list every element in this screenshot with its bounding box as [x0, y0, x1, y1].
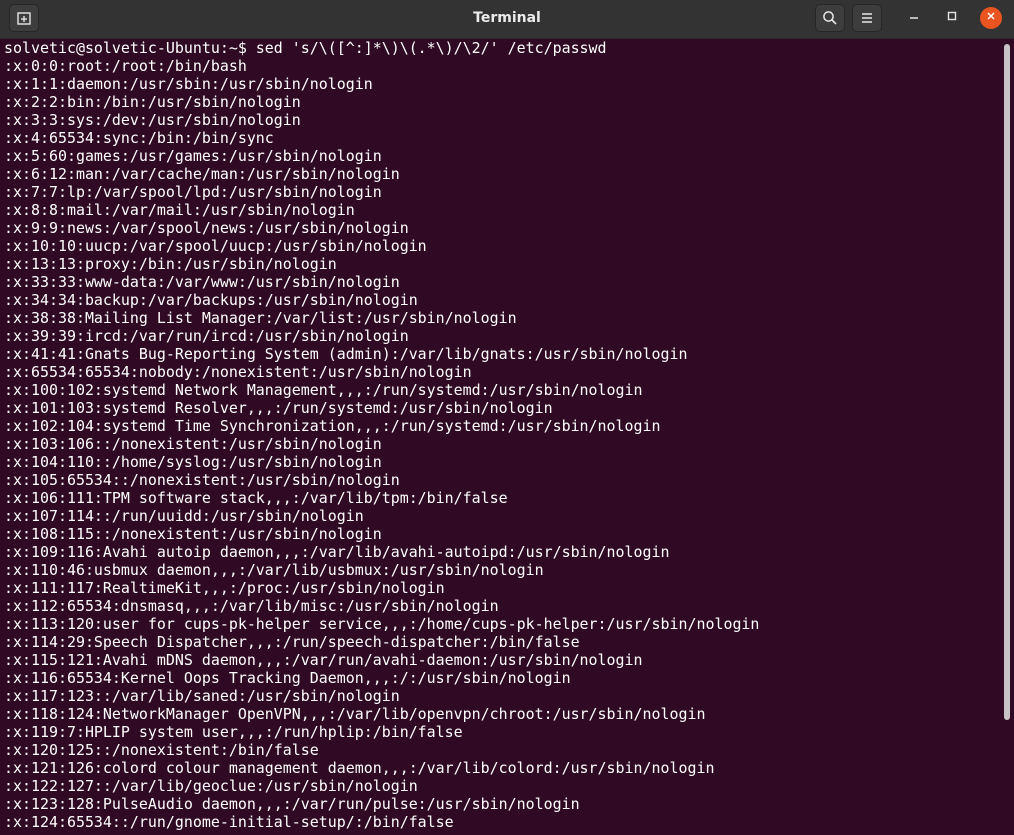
output-line: :x:120:125::/nonexistent:/bin/false — [4, 741, 319, 759]
output-line: :x:113:120:user for cups-pk-helper servi… — [4, 615, 760, 633]
output-line: :x:3:3:sys:/dev:/usr/sbin/nologin — [4, 111, 301, 129]
output-line: :x:114:29:Speech Dispatcher,,,:/run/spee… — [4, 633, 580, 651]
new-tab-button[interactable] — [9, 4, 39, 32]
minimize-button[interactable] — [903, 7, 925, 29]
output-line: :x:107:114::/run/uuidd:/usr/sbin/nologin — [4, 507, 364, 525]
output-line: :x:111:117:RealtimeKit,,,:/proc:/usr/sbi… — [4, 579, 445, 597]
close-icon — [985, 9, 997, 27]
output-line: :x:0:0:root:/root:/bin/bash — [4, 57, 247, 75]
output-line: :x:116:65534:Kernel Oops Tracking Daemon… — [4, 669, 571, 687]
terminal-output[interactable]: solvetic@solvetic-Ubuntu:~$ sed 's/\([^:… — [0, 39, 1000, 835]
output-line: :x:9:9:news:/var/spool/news:/usr/sbin/no… — [4, 219, 409, 237]
output-line: :x:122:127::/var/lib/geoclue:/usr/sbin/n… — [4, 777, 418, 795]
output-line: :x:7:7:lp:/var/spool/lpd:/usr/sbin/nolog… — [4, 183, 382, 201]
output-line: :x:101:103:systemd Resolver,,,:/run/syst… — [4, 399, 553, 417]
output-line: :x:108:115::/nonexistent:/usr/sbin/nolog… — [4, 525, 382, 543]
output-line: :x:8:8:mail:/var/mail:/usr/sbin/nologin — [4, 201, 355, 219]
minimize-icon — [908, 9, 920, 27]
output-line: :x:65534:65534:nobody:/nonexistent:/usr/… — [4, 363, 472, 381]
output-line: :x:106:111:TPM software stack,,,:/var/li… — [4, 489, 508, 507]
output-line: :x:119:7:HPLIP system user,,,:/run/hplip… — [4, 723, 463, 741]
close-button[interactable] — [980, 7, 1002, 29]
output-line: :x:10:10:uucp:/var/spool/uucp:/usr/sbin/… — [4, 237, 427, 255]
output-line: :x:33:33:www-data:/var/www:/usr/sbin/nol… — [4, 273, 400, 291]
menu-button[interactable] — [852, 4, 882, 32]
output-line: :x:38:38:Mailing List Manager:/var/list:… — [4, 309, 517, 327]
maximize-button[interactable] — [941, 7, 963, 29]
output-line: :x:4:65534:sync:/bin:/bin/sync — [4, 129, 274, 147]
output-line: :x:118:124:NetworkManager OpenVPN,,,:/va… — [4, 705, 706, 723]
output-line: :x:112:65534:dnsmasq,,,:/var/lib/misc:/u… — [4, 597, 499, 615]
output-line: :x:115:121:Avahi mDNS daemon,,,:/var/run… — [4, 651, 643, 669]
output-line: :x:1:1:daemon:/usr/sbin:/usr/sbin/nologi… — [4, 75, 373, 93]
output-line: :x:39:39:ircd:/var/run/ircd:/usr/sbin/no… — [4, 327, 409, 345]
output-line: :x:13:13:proxy:/bin:/usr/sbin/nologin — [4, 255, 337, 273]
search-icon — [822, 10, 838, 26]
output-line: :x:103:106::/nonexistent:/usr/sbin/nolog… — [4, 435, 382, 453]
output-line: :x:102:104:systemd Time Synchronization,… — [4, 417, 661, 435]
output-line: :x:124:65534::/run/gnome-initial-setup/:… — [4, 813, 454, 831]
output-line: :x:110:46:usbmux daemon,,,:/var/lib/usbm… — [4, 561, 544, 579]
search-button[interactable] — [815, 4, 845, 32]
output-line: :x:123:128:PulseAudio daemon,,,:/var/run… — [4, 795, 580, 813]
terminal-window: Terminal solvetic@solvetic-Ubuntu:~$ sed… — [0, 0, 1014, 835]
new-tab-icon — [16, 10, 32, 26]
output-line: :x:5:60:games:/usr/games:/usr/sbin/nolog… — [4, 147, 382, 165]
maximize-icon — [946, 9, 958, 27]
output-line: :x:104:110::/home/syslog:/usr/sbin/nolog… — [4, 453, 382, 471]
output-line: :x:109:116:Avahi autoip daemon,,,:/var/l… — [4, 543, 670, 561]
output-line: :x:117:123::/var/lib/saned:/usr/sbin/nol… — [4, 687, 400, 705]
output-line: :x:105:65534::/nonexistent:/usr/sbin/nol… — [4, 471, 400, 489]
output-line: :x:121:126:colord colour management daem… — [4, 759, 715, 777]
output-line: :x:2:2:bin:/bin:/usr/sbin/nologin — [4, 93, 301, 111]
command-prompt-line: solvetic@solvetic-Ubuntu:~$ sed 's/\([^:… — [4, 39, 607, 57]
output-line: :x:6:12:man:/var/cache/man:/usr/sbin/nol… — [4, 165, 400, 183]
title-bar[interactable]: Terminal — [0, 0, 1014, 39]
scrollbar-thumb[interactable] — [1004, 44, 1010, 720]
output-line: :x:41:41:Gnats Bug-Reporting System (adm… — [4, 345, 688, 363]
hamburger-menu-icon — [860, 11, 874, 25]
output-line: :x:100:102:systemd Network Management,,,… — [4, 381, 643, 399]
output-line: :x:34:34:backup:/var/backups:/usr/sbin/n… — [4, 291, 418, 309]
